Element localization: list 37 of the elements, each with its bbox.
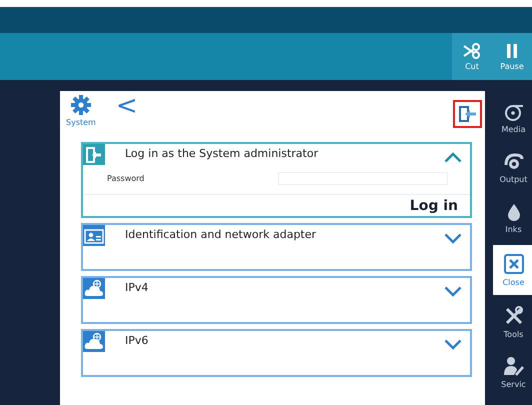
expand-button[interactable] (444, 339, 462, 350)
section-title: IPv6 (125, 334, 148, 347)
login-button[interactable]: Log in (410, 198, 458, 214)
chevron-icon (444, 286, 462, 297)
printhead-icon (504, 152, 524, 170)
collapse-button[interactable] (444, 152, 462, 163)
person-wrench-icon (502, 356, 524, 376)
expand-button[interactable] (444, 286, 462, 297)
section-title: Identification and network adapter (125, 228, 316, 241)
door-arrow-icon (84, 146, 104, 164)
system-button[interactable]: System (66, 93, 96, 129)
close-icon (504, 254, 524, 274)
chevron-icon (444, 233, 462, 244)
tools-icon (504, 306, 524, 326)
cloud-globe-icon (84, 332, 104, 352)
gear-icon (70, 95, 91, 115)
sidebar-item[interactable]: Tools (493, 297, 532, 347)
pause-icon (506, 42, 518, 58)
section-title: IPv4 (125, 281, 148, 294)
back-button[interactable]: < (116, 93, 138, 119)
sidebar-item[interactable]: Servic (493, 347, 532, 397)
sidebar-item[interactable]: Close (493, 245, 532, 295)
sidebar-item[interactable]: Inks (493, 193, 532, 243)
chevron-icon (444, 339, 462, 350)
logout-button[interactable] (453, 100, 482, 128)
door-arrow-icon (456, 105, 478, 123)
chevron-icon (444, 152, 462, 163)
roll-icon (504, 102, 524, 120)
sidebar-item[interactable]: Output (493, 143, 532, 193)
sidebar-item[interactable]: Media (493, 93, 532, 143)
section-title: Log in as the System administrator (125, 147, 318, 160)
cloud-globe-icon (84, 278, 104, 298)
id-card-icon (84, 226, 104, 244)
expand-button[interactable] (444, 233, 462, 244)
scissors-icon (463, 42, 481, 58)
field-label: Password (107, 174, 144, 182)
drop-icon (506, 202, 520, 220)
